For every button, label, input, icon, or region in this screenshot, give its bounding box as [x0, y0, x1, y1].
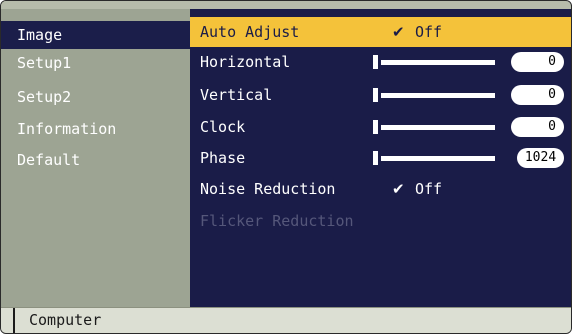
menu-item-default[interactable]: Default — [1, 146, 190, 174]
setting-flicker-reduction: Flicker Reduction — [190, 206, 571, 236]
settings-panel: Auto Adjust ✔ Off Horizontal 0 Vertical … — [190, 1, 571, 307]
menu-top-bar — [1, 1, 190, 9]
input-source-label: Computer — [13, 308, 101, 333]
phase-slider[interactable] — [373, 151, 495, 165]
slider-thumb[interactable] — [373, 151, 378, 165]
checkmark-icon: ✔ — [392, 23, 405, 41]
flicker-reduction-label: Flicker Reduction — [200, 212, 354, 230]
setting-clock[interactable]: Clock 0 — [190, 112, 571, 142]
setting-auto-adjust[interactable]: Auto Adjust ✔ Off — [190, 17, 571, 47]
clock-slider[interactable] — [373, 120, 495, 134]
slider-track — [381, 60, 495, 65]
setting-phase[interactable]: Phase 1024 — [190, 143, 571, 173]
menu-item-setup2[interactable]: Setup2 — [1, 83, 190, 111]
slider-track — [381, 125, 495, 130]
auto-adjust-value[interactable]: Off — [415, 17, 442, 47]
vertical-label: Vertical — [200, 86, 273, 104]
slider-track — [381, 156, 495, 161]
horizontal-value: 0 — [511, 52, 564, 72]
menu-item-setup1[interactable]: Setup1 — [1, 49, 190, 77]
setting-vertical[interactable]: Vertical 0 — [190, 80, 571, 110]
menu-item-information[interactable]: Information — [1, 115, 190, 143]
main-menu: Image Setup1 Setup2 Information Default — [1, 1, 190, 307]
projector-menu-window: Image Setup1 Setup2 Information Default … — [0, 0, 572, 334]
clock-label: Clock — [200, 118, 246, 136]
checkmark-icon: ✔ — [392, 180, 405, 198]
setting-noise-reduction[interactable]: Noise Reduction ✔ Off — [190, 174, 571, 204]
clock-value: 0 — [511, 117, 564, 137]
phase-label: Phase — [200, 149, 246, 167]
slider-thumb[interactable] — [373, 88, 378, 102]
slider-thumb[interactable] — [373, 55, 378, 69]
panel-top-bar — [190, 1, 571, 9]
horizontal-label: Horizontal — [200, 53, 291, 71]
slider-thumb[interactable] — [373, 120, 378, 134]
horizontal-slider[interactable] — [373, 55, 495, 69]
setting-horizontal[interactable]: Horizontal 0 — [190, 47, 571, 77]
vertical-slider[interactable] — [373, 88, 495, 102]
phase-value: 1024 — [517, 148, 564, 168]
status-bar: Computer — [1, 307, 571, 333]
vertical-value: 0 — [511, 85, 564, 105]
menu-item-image[interactable]: Image — [1, 21, 190, 49]
auto-adjust-label: Auto Adjust — [200, 23, 300, 41]
noise-reduction-value[interactable]: Off — [415, 174, 442, 204]
noise-reduction-label: Noise Reduction — [200, 180, 336, 198]
slider-track — [381, 93, 495, 98]
